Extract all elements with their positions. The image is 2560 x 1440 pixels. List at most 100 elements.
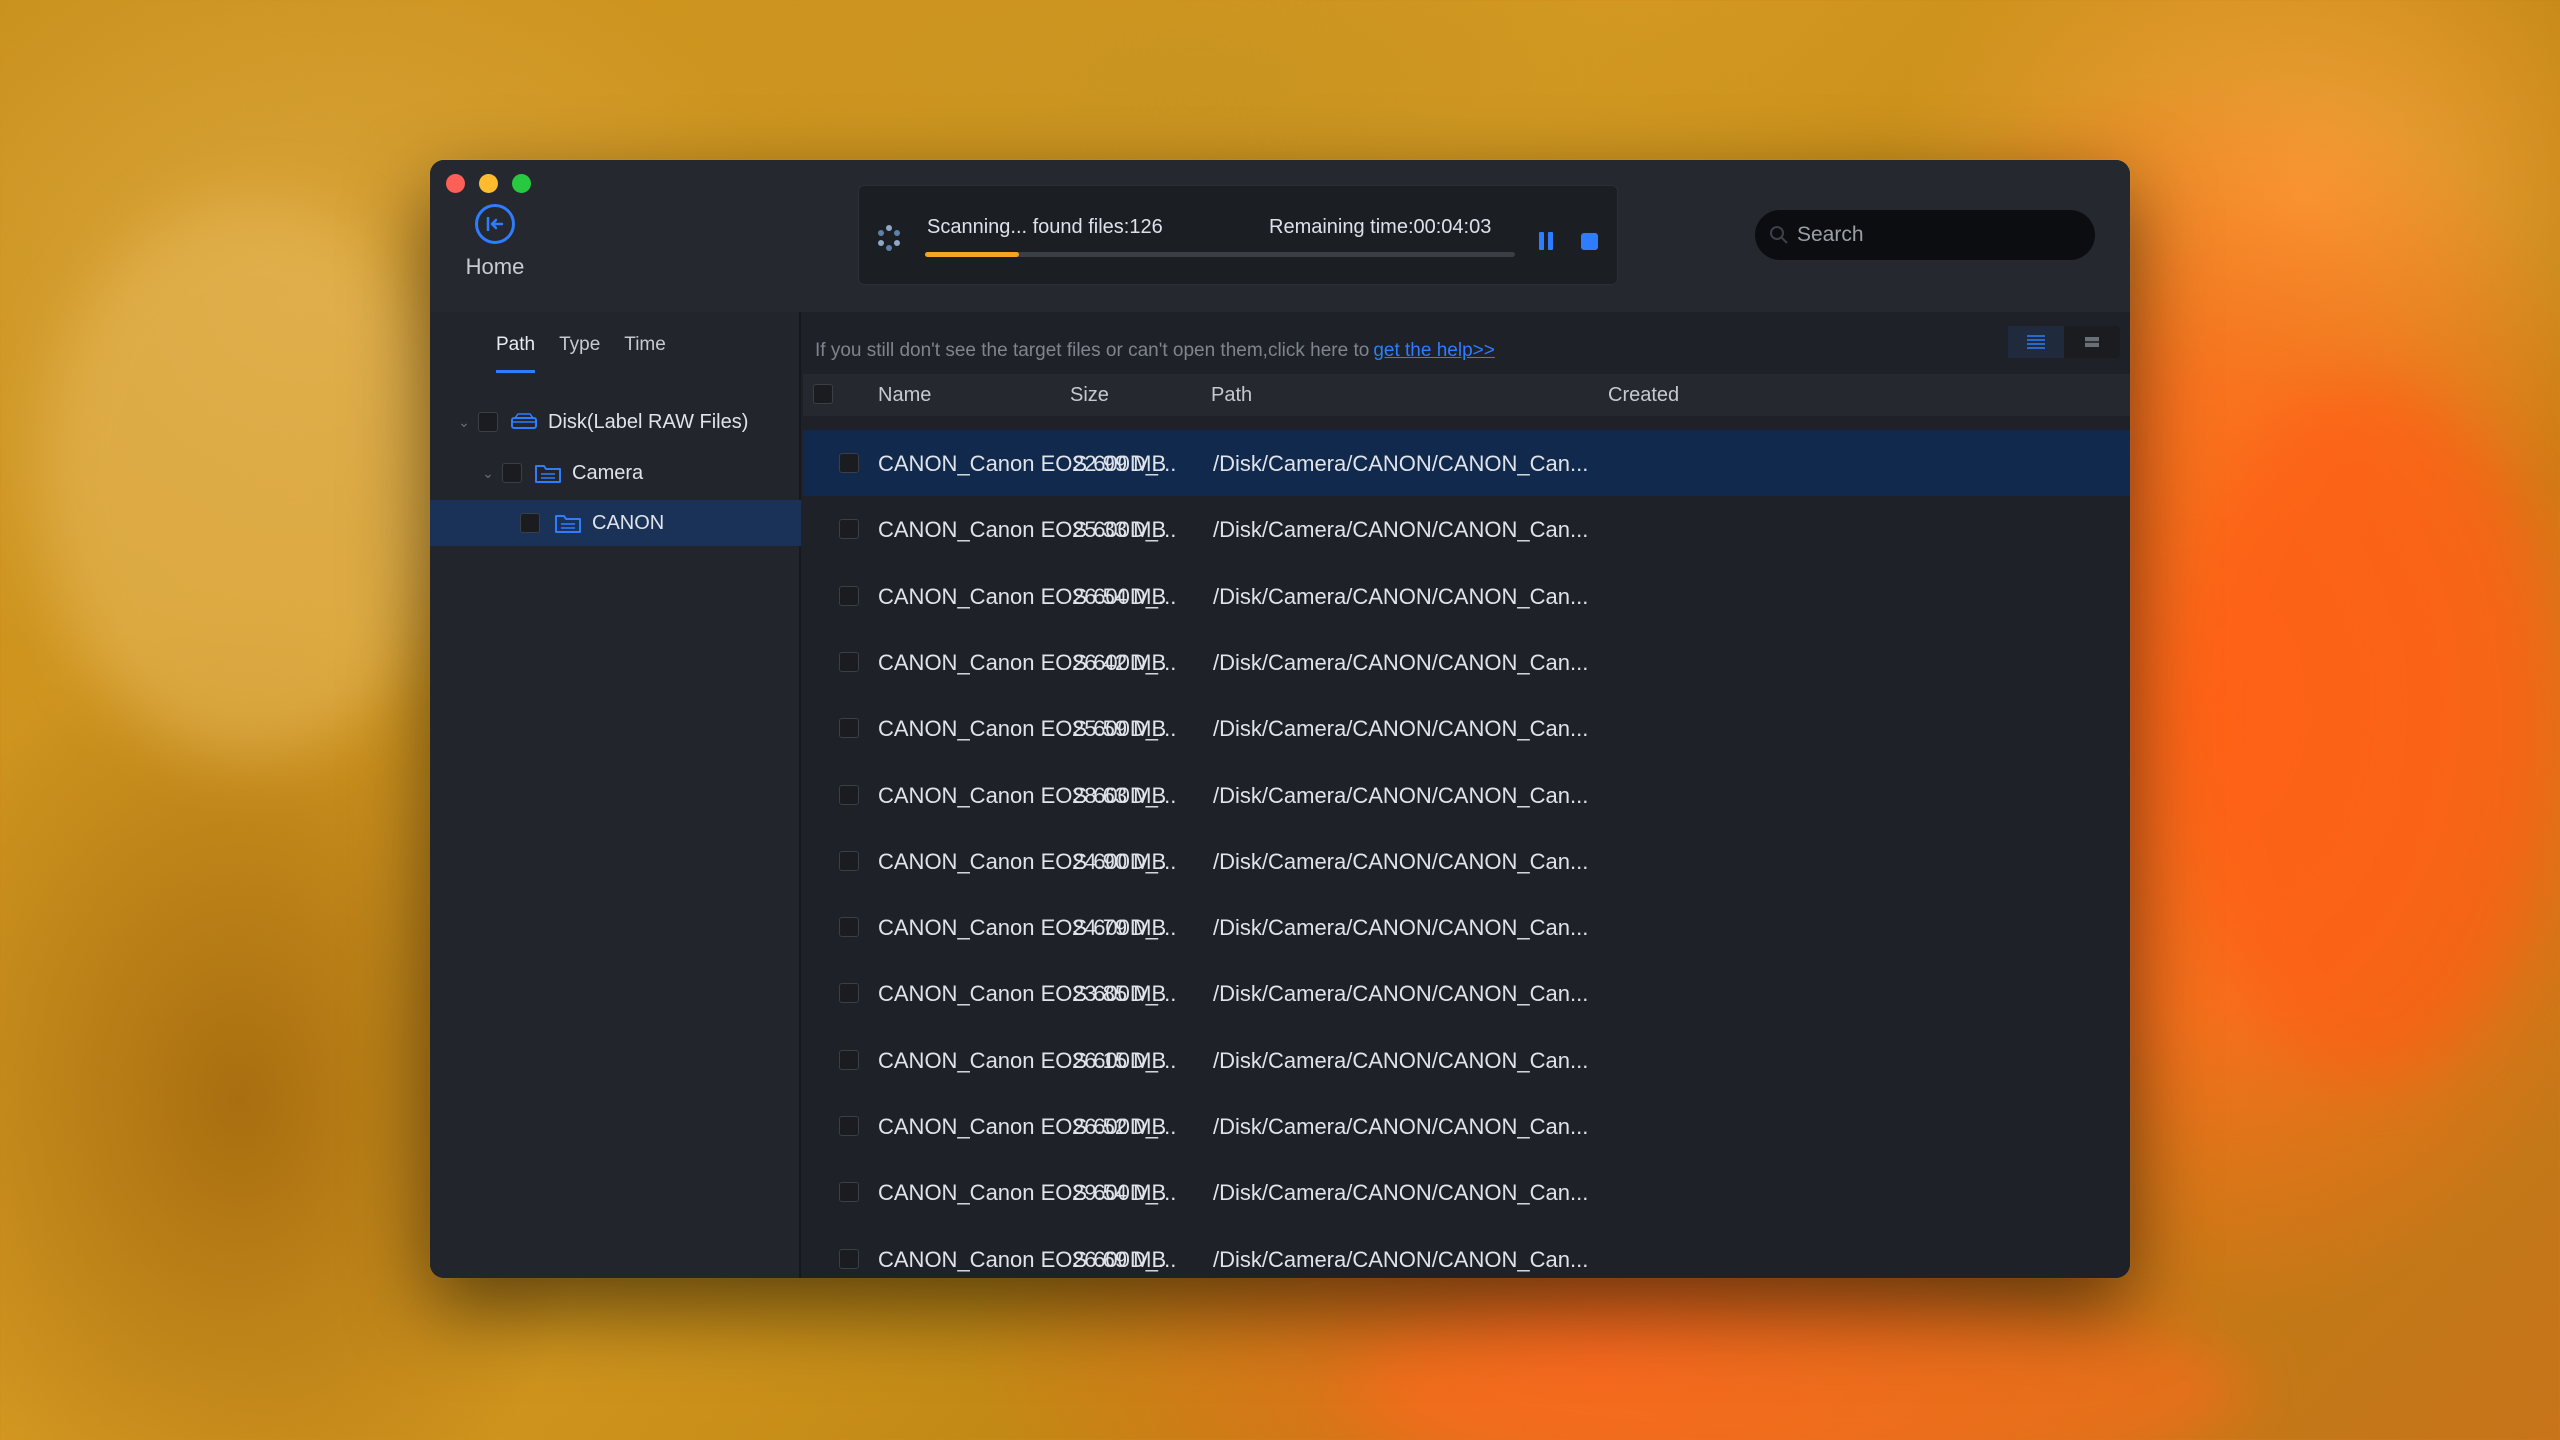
select-all-checkbox[interactable] [813, 384, 833, 404]
file-size: 26.69 MB [1072, 1246, 1167, 1272]
table-row[interactable]: CANON_Canon EOS 600D_... 26.54 MB/Disk/Ca… [803, 563, 2130, 629]
tree-item-disk[interactable]: ⌄ Disk(Label RAW Files) [430, 399, 801, 445]
scan-progress-fill [925, 252, 1020, 257]
list-view-icon [2027, 335, 2045, 349]
chevron-down-icon[interactable]: ⌄ [480, 465, 496, 482]
remaining-time-text: Remaining time:00:04:03 [1269, 216, 1492, 238]
tab-time[interactable]: Time [624, 334, 666, 373]
row-checkbox[interactable] [839, 917, 859, 938]
file-size: 26.42 MB [1072, 649, 1167, 675]
row-checkbox[interactable] [839, 1182, 859, 1203]
stop-button[interactable] [1581, 233, 1598, 250]
folder-icon [535, 465, 561, 483]
search-box[interactable] [1755, 210, 2095, 260]
title-bar: Home Scanning... found files:126 Remaini… [430, 160, 2130, 312]
row-checkbox[interactable] [839, 651, 859, 672]
file-path: /Disk/Camera/CANON/CANON_Can... [1213, 848, 1589, 874]
search-input[interactable] [1797, 223, 2077, 247]
file-size: 26.15 MB [1072, 1047, 1167, 1073]
file-size: 23.85 MB [1072, 981, 1167, 1007]
table-header: Name Size Path Created [803, 374, 2130, 416]
row-checkbox[interactable] [839, 850, 859, 871]
table-row[interactable]: CANON_Canon EOS 600D_... 24.90 MB/Disk/Ca… [803, 828, 2130, 894]
file-size: 22.99 MB [1072, 451, 1167, 476]
home-button[interactable]: Home [460, 204, 530, 280]
table-row[interactable]: CANON_Canon EOS 600D_... 26.52 MB/Disk/Ca… [803, 1093, 2130, 1159]
get-help-link[interactable]: get the help>> [1373, 340, 1495, 361]
tree-item-camera[interactable]: ⌄ Camera [430, 450, 801, 496]
pause-button[interactable] [1539, 232, 1557, 250]
file-path: /Disk/Camera/CANON/CANON_Can... [1213, 1114, 1589, 1139]
table-row[interactable]: CANON_Canon EOS 600D_... 28.63 MB/Disk/Ca… [803, 762, 2130, 828]
file-path: /Disk/Camera/CANON/CANON_Can... [1213, 451, 1589, 476]
file-size: 29.54 MB [1072, 1180, 1167, 1206]
file-size: 25.59 MB [1072, 716, 1167, 742]
table-row[interactable]: CANON_Canon EOS 600D_... 23.85 MB/Disk/Ca… [803, 960, 2130, 1026]
table-row[interactable]: CANON_Canon EOS 600D_... 25.59 MB/Disk/Ca… [803, 695, 2130, 761]
search-icon [1770, 226, 1788, 244]
help-hint: If you still don't see the target files … [815, 340, 1495, 362]
row-checkbox[interactable] [839, 585, 859, 606]
row-checkbox[interactable] [839, 983, 859, 1004]
file-path: /Disk/Camera/CANON/CANON_Can... [1213, 649, 1589, 675]
tree-item-canon[interactable]: CANON [430, 500, 801, 546]
file-path: /Disk/Camera/CANON/CANON_Can... [1213, 1246, 1589, 1272]
column-header-size[interactable]: Size [1070, 384, 1109, 407]
file-path: /Disk/Camera/CANON/CANON_Can... [1213, 716, 1589, 742]
app-window: Home Scanning... found files:126 Remaini… [430, 160, 2130, 1278]
row-checkbox[interactable] [839, 1116, 859, 1136]
file-path: /Disk/Camera/CANON/CANON_Can... [1213, 583, 1589, 609]
column-header-path[interactable]: Path [1211, 384, 1252, 407]
table-row[interactable]: CANON_Canon EOS 600D_... 29.54 MB/Disk/Ca… [803, 1159, 2130, 1225]
home-label: Home [465, 254, 525, 279]
tree-label-disk: Disk(Label RAW Files) [548, 410, 749, 433]
sidebar: Path Type Time ⌄ Disk(Label RAW Files) ⌄… [430, 312, 801, 1278]
file-size: 24.79 MB [1072, 915, 1167, 941]
table-row[interactable]: CANON_Canon EOS 600D_... 26.15 MB/Disk/Ca… [803, 1027, 2130, 1093]
row-checkbox[interactable] [839, 453, 859, 473]
row-checkbox[interactable] [839, 784, 859, 805]
row-checkbox[interactable] [839, 1248, 859, 1269]
tree-label-camera: Camera [572, 461, 644, 484]
file-size: 26.54 MB [1072, 583, 1167, 609]
column-header-created[interactable]: Created [1608, 384, 1679, 407]
folder-icon [555, 515, 581, 533]
close-window-button[interactable] [446, 174, 465, 193]
minimize-window-button[interactable] [479, 174, 498, 193]
tab-path[interactable]: Path [496, 334, 536, 373]
table-row[interactable]: CANON_Canon EOS 600D_... 26.42 MB/Disk/Ca… [803, 629, 2130, 695]
row-checkbox[interactable] [839, 519, 859, 540]
tab-type[interactable]: Type [559, 334, 600, 373]
file-path: /Disk/Camera/CANON/CANON_Can... [1213, 915, 1589, 941]
tree-checkbox-disk[interactable] [478, 412, 498, 432]
file-size: 26.52 MB [1072, 1114, 1167, 1139]
file-size: 24.90 MB [1072, 848, 1167, 874]
column-header-name[interactable]: Name [878, 384, 931, 407]
file-list-panel: If you still don't see the target files … [803, 312, 2130, 1278]
table-row[interactable]: CANON_Canon EOS 600D_... 25.33 MB/Disk/Ca… [803, 496, 2130, 562]
tree-label-canon: CANON [592, 511, 665, 534]
file-size: 28.63 MB [1072, 782, 1167, 808]
file-path: /Disk/Camera/CANON/CANON_Can... [1213, 981, 1589, 1007]
table-row[interactable]: CANON_Canon EOS 600D_... 22.99 MB/Disk/Ca… [803, 430, 2130, 496]
row-checkbox[interactable] [839, 718, 859, 739]
list-view-button[interactable] [2008, 326, 2064, 358]
grid-view-button[interactable] [2064, 326, 2120, 358]
tree-checkbox-canon[interactable] [520, 513, 540, 533]
help-hint-text: If you still don't see the target files … [815, 340, 1370, 361]
tree-checkbox-camera[interactable] [502, 463, 522, 483]
zoom-window-button[interactable] [512, 174, 531, 193]
chevron-down-icon[interactable]: ⌄ [456, 414, 472, 431]
file-path: /Disk/Camera/CANON/CANON_Can... [1213, 1180, 1589, 1206]
table-row[interactable]: CANON_Canon EOS 600D_... 24.79 MB/Disk/Ca… [803, 894, 2130, 960]
row-checkbox[interactable] [839, 1049, 859, 1070]
filter-tabs: Path Type Time [496, 334, 666, 373]
file-path: /Disk/Camera/CANON/CANON_Can... [1213, 782, 1589, 808]
file-size: 25.33 MB [1072, 517, 1167, 543]
scan-status-text: Scanning... found files:126 [927, 216, 1163, 238]
table-row[interactable]: CANON_Canon EOS 600D_... 26.69 MB/Disk/Ca… [803, 1226, 2130, 1278]
file-path: /Disk/Camera/CANON/CANON_Can... [1213, 517, 1589, 543]
scan-status-panel: Scanning... found files:126 Remaining ti… [858, 185, 1618, 285]
disk-icon [511, 413, 537, 429]
window-controls [446, 174, 531, 193]
